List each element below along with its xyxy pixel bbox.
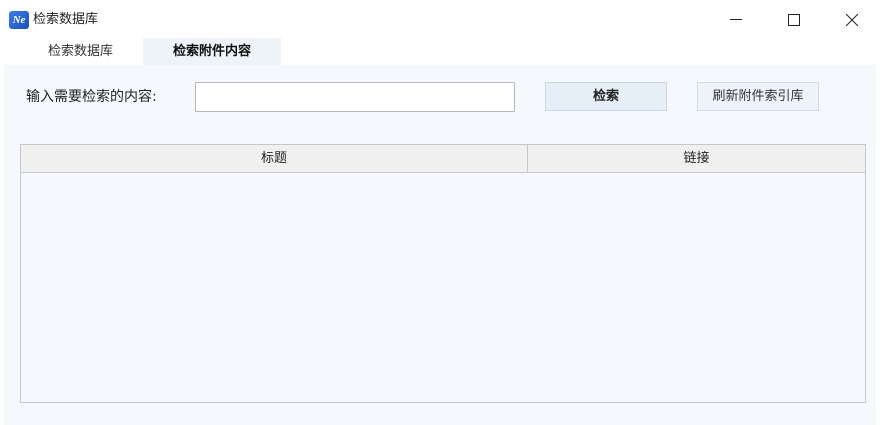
maximize-button[interactable] [765,0,823,38]
table-header: 标题 链接 [21,145,865,173]
search-input[interactable] [195,82,515,112]
search-attachments-panel: 输入需要检索的内容: 检索 刷新附件索引库 标题 链接 [4,65,876,425]
refresh-attachment-index-button[interactable]: 刷新附件索引库 [697,82,819,111]
close-button[interactable] [823,0,880,38]
minimize-icon [730,19,742,20]
tab-bar: 检索数据库 检索附件内容 [18,38,282,65]
results-table[interactable]: 标题 链接 [20,144,866,403]
maximize-icon [788,14,800,26]
table-body[interactable] [21,173,865,402]
close-icon [845,13,859,27]
column-header-title[interactable]: 标题 [21,145,528,172]
tab-search-attachments[interactable]: 检索附件内容 [143,38,282,65]
minimize-button[interactable] [707,0,765,38]
title-bar[interactable]: Ne 检索数据库 [0,0,880,38]
app-window: Ne 检索数据库 检索数据库 检索附件内容 输入需要检索的内容: 检索 刷新附件… [0,0,880,425]
window-title: 检索数据库 [33,12,99,27]
column-header-link[interactable]: 链接 [528,145,865,172]
search-button[interactable]: 检索 [545,82,667,111]
tab-search-database[interactable]: 检索数据库 [18,38,143,65]
app-logo-icon: Ne [9,11,29,29]
search-label: 输入需要检索的内容: [26,89,157,105]
